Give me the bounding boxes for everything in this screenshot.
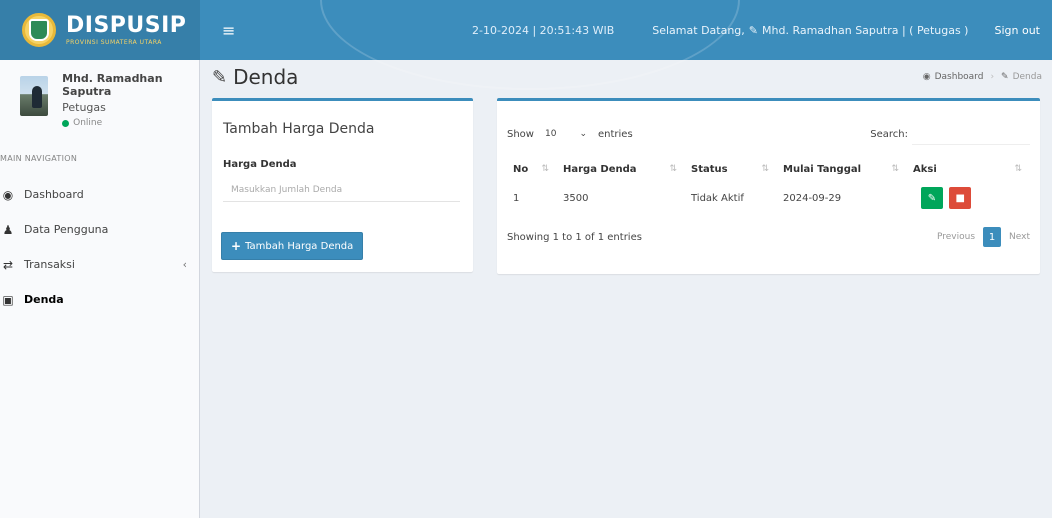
nav-header: MAIN NAVIGATION — [0, 154, 78, 163]
column-label: Aksi — [913, 163, 937, 175]
user-name: Mhd. Ramadhan Saputra — [62, 72, 163, 98]
logo-title: DISPUSIP — [66, 12, 187, 38]
add-fine-box: Tambah Harga Denda Harga Denda + Tambah … — [212, 98, 473, 272]
next-button[interactable]: Next — [1009, 232, 1030, 242]
column-header-tanggal[interactable]: Mulai Tanggal ⇅ — [777, 155, 907, 183]
chevron-left-icon: ‹ — [182, 258, 187, 271]
user-status: Online — [62, 118, 189, 128]
column-label: Mulai Tanggal — [783, 163, 862, 175]
sidebar-item-label: Denda — [24, 293, 64, 306]
chevron-down-icon: ⌄ — [579, 129, 587, 139]
breadcrumb: ◉ Dashboard › ✎ Denda — [923, 72, 1042, 82]
show-label: Show — [507, 128, 534, 140]
hamburger-icon[interactable]: ≡ — [222, 21, 235, 40]
table-row: 1 3500 Tidak Aktif 2024-09-29 ✎ ■ — [507, 183, 1030, 213]
search-label: Search: — [870, 128, 908, 140]
exchange-icon: ⇄ — [2, 257, 14, 272]
sidebar-item-data-pengguna[interactable]: ♟ Data Pengguna — [0, 212, 199, 247]
cell-tanggal: 2024-09-29 — [783, 192, 842, 204]
plus-icon: + — [231, 239, 242, 253]
money-icon: ▣ — [2, 292, 14, 307]
column-header-status[interactable]: Status ⇅ — [685, 155, 777, 183]
sort-icon: ⇅ — [761, 163, 769, 174]
entries-value: 10 — [544, 129, 557, 139]
logo[interactable]: DISPUSIP PROVINSI SUMATERA UTARA — [0, 0, 200, 60]
table-footer: Showing 1 to 1 of 1 entries Previous 1 N… — [497, 213, 1040, 247]
top-navbar: DISPUSIP PROVINSI SUMATERA UTARA ≡ 2-10-… — [0, 0, 1052, 90]
sidebar-item-label: Data Pengguna — [24, 223, 109, 236]
sort-icon: ⇅ — [541, 163, 549, 174]
welcome-label: Selamat Datang, — [652, 23, 745, 37]
table-controls: Show 10 ⌄ entries Search: — [497, 101, 1040, 145]
add-fine-label: Tambah Harga Denda — [245, 240, 354, 252]
column-header-harga[interactable]: Harga Denda ⇅ — [557, 155, 685, 183]
welcome-text: Selamat Datang, ✎ Mhd. Ramadhan Saputra … — [652, 24, 968, 37]
box-title: Tambah Harga Denda — [223, 121, 375, 137]
user-icon: ♟ — [2, 222, 14, 237]
page-title: ✎ Denda — [212, 65, 298, 89]
table-header-row: No ⇅ Harga Denda ⇅ Status ⇅ Mulai Tanggal ⇅ … — [507, 155, 1030, 183]
breadcrumb-dashboard[interactable]: Dashboard — [935, 72, 984, 82]
content-header: ✎ Denda ◉ Dashboard › ✎ Denda — [200, 62, 1052, 92]
user-info: Mhd. Ramadhan Saputra Petugas Online — [62, 72, 189, 128]
harga-denda-label: Harga Denda — [223, 159, 297, 170]
user-panel: Mhd. Ramadhan Saputra Petugas Online — [0, 60, 199, 138]
dashboard-icon: ◉ — [922, 72, 931, 82]
column-label: No — [513, 163, 529, 175]
sidebar-item-denda[interactable]: ▣ Denda — [0, 282, 199, 317]
sort-icon: ⇅ — [669, 163, 677, 174]
content-wrapper: ✎ Denda ◉ Dashboard › ✎ Denda Tambah Har… — [200, 60, 1052, 518]
search-wrap: Search: — [870, 123, 1030, 145]
sidebar-item-label: Dashboard — [24, 188, 84, 201]
pagination: Previous 1 Next — [937, 227, 1030, 247]
column-header-no[interactable]: No ⇅ — [507, 155, 557, 183]
previous-button[interactable]: Previous — [937, 232, 975, 242]
sidebar-item-transaksi[interactable]: ⇄ Transaksi ‹ — [0, 247, 199, 282]
logo-text: DISPUSIP PROVINSI SUMATERA UTARA — [66, 12, 187, 46]
status-label: Online — [73, 118, 103, 128]
harga-denda-input[interactable] — [223, 178, 460, 202]
edit-icon: ✎ — [212, 66, 228, 88]
trash-icon: ■ — [955, 192, 965, 204]
cell-aksi: ✎ ■ — [907, 183, 1030, 213]
cell-status: Tidak Aktif — [691, 192, 744, 204]
online-status-icon — [62, 119, 70, 127]
edit-icon: ✎ — [748, 23, 758, 37]
column-label: Status — [691, 163, 728, 175]
header-right: 2-10-2024 | 20:51:43 WIB Selamat Datang,… — [472, 0, 1052, 60]
sort-icon: ⇅ — [1014, 163, 1022, 174]
sidebar: Mhd. Ramadhan Saputra Petugas Online MAI… — [0, 60, 200, 518]
edit-button[interactable]: ✎ — [921, 187, 943, 209]
sidebar-item-label: Transaksi — [24, 258, 75, 271]
seal-icon — [22, 13, 56, 47]
user-role: Petugas — [62, 101, 106, 114]
sort-icon: ⇅ — [891, 163, 899, 174]
add-fine-button[interactable]: + Tambah Harga Denda — [221, 232, 364, 260]
signout-button[interactable]: Sign out — [990, 0, 1052, 60]
logo-subtitle: PROVINSI SUMATERA UTARA — [66, 38, 162, 46]
table-info: Showing 1 to 1 of 1 entries — [507, 231, 642, 243]
column-header-aksi[interactable]: Aksi ⇅ — [907, 155, 1030, 183]
avatar — [20, 76, 49, 116]
edit-icon: ✎ — [1001, 72, 1009, 82]
page-title-text: Denda — [233, 65, 299, 89]
search-input[interactable] — [912, 123, 1030, 145]
delete-button[interactable]: ■ — [949, 187, 972, 209]
fine-table: No ⇅ Harga Denda ⇅ Status ⇅ Mulai Tanggal ⇅ … — [507, 155, 1030, 213]
fine-table-box: Show 10 ⌄ entries Search: No ⇅ Harga Dend… — [497, 98, 1040, 274]
entries-select[interactable]: 10 ⌄ — [539, 124, 592, 144]
column-label: Harga Denda — [563, 163, 637, 175]
dashboard-icon: ◉ — [2, 187, 14, 202]
edit-icon: ✎ — [927, 192, 937, 204]
clock: 2-10-2024 | 20:51:43 WIB — [472, 23, 615, 37]
breadcrumb-separator: › — [990, 72, 995, 82]
sidebar-nav: ◉ Dashboard ♟ Data Pengguna ⇄ Transaksi … — [0, 177, 199, 317]
welcome-user: Mhd. Ramadhan Saputra | ( Petugas ) — [762, 23, 969, 37]
cell-no: 1 — [513, 192, 520, 204]
sidebar-item-dashboard[interactable]: ◉ Dashboard — [0, 177, 199, 212]
page-1-button[interactable]: 1 — [983, 227, 1002, 247]
entries-label: entries — [597, 128, 633, 140]
breadcrumb-denda: Denda — [1012, 72, 1042, 82]
cell-harga: 3500 — [563, 192, 589, 204]
